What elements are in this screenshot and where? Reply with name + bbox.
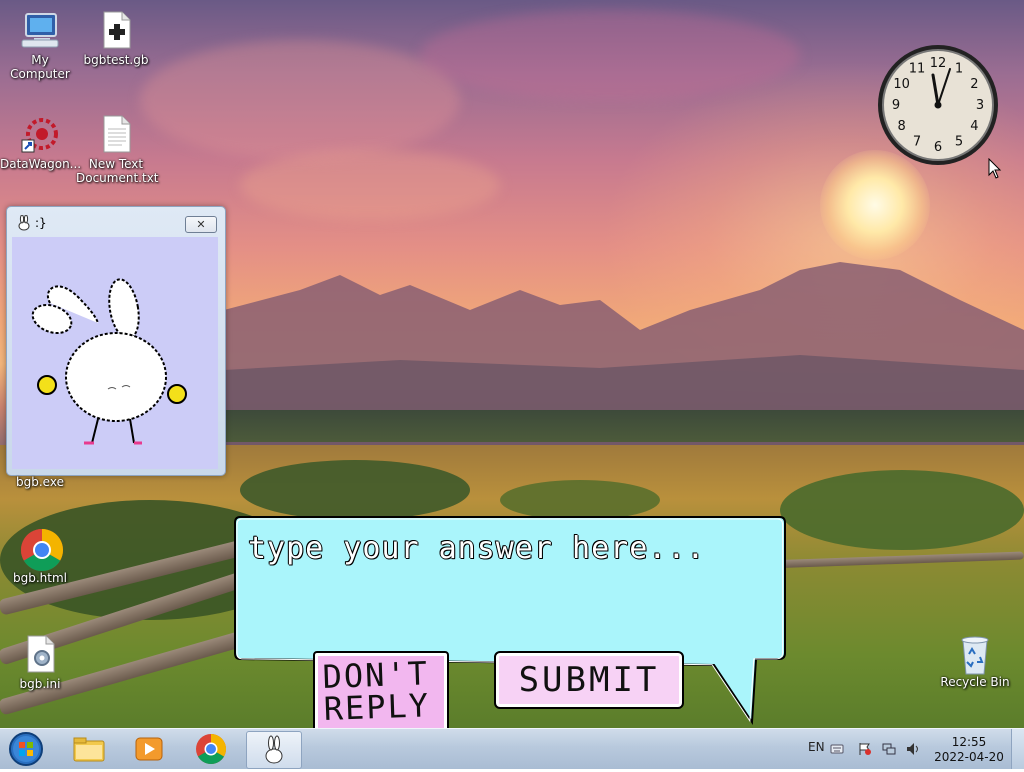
settings-file-icon [20,634,60,674]
taskbar-clock[interactable]: 12:55 2022-04-20 [934,735,1004,765]
desktop-icon-bgb-exe[interactable]: bgb.exe [0,475,80,489]
answer-bubble [234,515,786,725]
clock-number: 8 [897,119,905,134]
answer-input[interactable] [246,527,770,569]
gameboy-file-icon [96,10,136,50]
window-title: :} [35,216,47,230]
clock-number: 6 [934,140,942,155]
desktop-icon-label: Recycle Bin [940,675,1010,689]
language-indicator[interactable]: EN [808,740,825,754]
dont-reply-label: DON'T REPLY [321,654,431,729]
recycle-bin-icon [955,632,995,675]
clock-number: 11 [909,62,926,77]
action-center-flag-icon[interactable] [858,741,872,755]
bunny-app-icon [16,214,32,235]
computer-icon [20,10,60,50]
network-icon[interactable] [882,741,896,755]
desktop-icon-bgb-ini[interactable]: bgb.ini [0,634,80,691]
clock-number: 12 [930,56,947,71]
clock-number: 9 [892,98,900,113]
desktop-icon-label: bgbtest.gb [83,53,149,67]
clock-gadget[interactable]: 12 1 2 3 4 5 6 7 8 9 10 11 [876,43,1000,167]
clock-number: 3 [976,98,984,113]
window-close-button[interactable]: ✕ [185,216,217,233]
clock-number: 10 [893,77,910,92]
show-desktop-button[interactable] [1011,729,1024,769]
desktop-icon-label: bgb.ini [19,677,61,691]
clock-number: 1 [955,62,963,77]
clock-time: 12:55 [951,735,987,749]
dont-reply-button[interactable]: DON'T REPLY [313,651,449,733]
explorer-folder-icon [73,737,105,762]
datawagon-shortcut-icon [20,114,60,154]
bunny-sprite [31,278,187,445]
desktop-icon-bgb-html[interactable]: bgb.html [0,528,80,585]
desktop-icon-label: New Text Document.txt [76,157,159,185]
clock-number: 7 [913,134,921,149]
media-player-icon [135,737,163,761]
taskbar: EN 12:55 2022-04-20 [0,728,1024,769]
chrome-file-icon [20,528,64,572]
volume-icon[interactable] [906,741,920,755]
desktop-icon-recycle-bin[interactable]: Recycle Bin [935,632,1015,689]
submit-button[interactable]: SUBMIT [494,651,684,709]
desktop-icon-new-text-document[interactable]: New Text Document.txt [76,114,159,185]
text-file-icon [96,114,136,154]
start-button[interactable] [4,731,48,767]
desktop-icon-my-computer[interactable]: My Computer [0,10,80,81]
keyboard-icon[interactable] [830,741,844,755]
taskbar-explorer[interactable] [62,731,116,767]
mouse-cursor-icon [988,157,1002,184]
bgb-window[interactable]: :} ✕ [6,206,226,476]
taskbar-bgb[interactable] [246,731,302,769]
emulator-screen[interactable] [12,237,218,469]
desktop-icon-datawagon[interactable]: DataWagon... [0,114,82,171]
desktop-icon-label: My Computer [10,53,70,81]
desktop-icon-label: DataWagon... [0,157,82,171]
clock-number: 5 [955,134,963,149]
clock-number: 4 [970,119,978,134]
clock-number: 2 [970,77,978,92]
clock-date: 2022-04-20 [934,750,1004,764]
taskbar-media-player[interactable] [122,731,176,767]
start-orb-icon [9,732,43,766]
window-titlebar[interactable]: :} ✕ [7,207,225,237]
desktop-icon-bgbtest[interactable]: bgbtest.gb [76,10,156,67]
chrome-icon [196,734,227,765]
desktop-icon-label: bgb.html [13,571,67,585]
taskbar-chrome[interactable] [184,731,238,767]
desktop-icon-label: bgb.exe [16,475,64,489]
submit-label: SUBMIT [518,660,660,700]
bunny-app-icon [265,735,283,764]
